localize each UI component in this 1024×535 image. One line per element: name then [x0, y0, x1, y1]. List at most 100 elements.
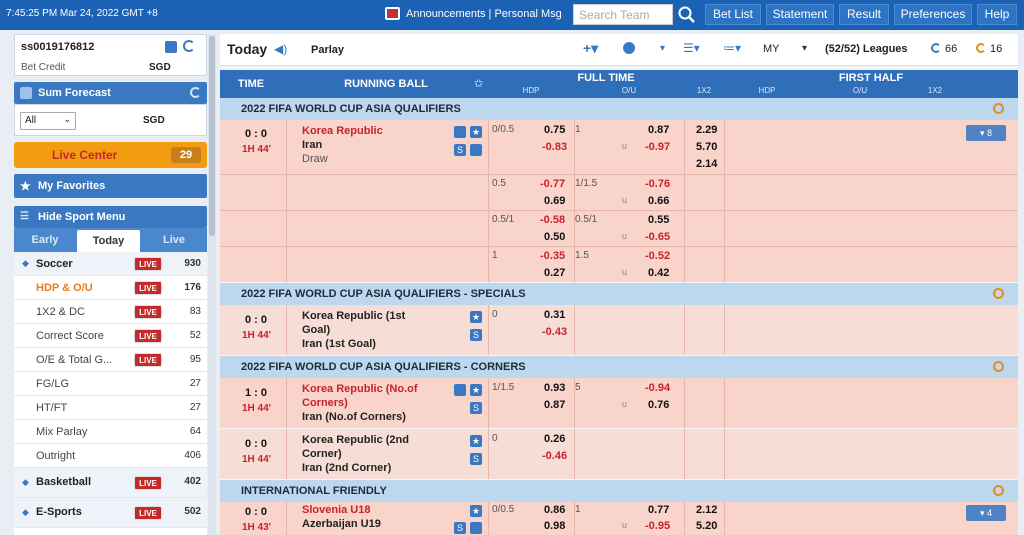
refresh-icon[interactable]	[931, 43, 941, 53]
refresh-icon[interactable]	[993, 103, 1004, 114]
star-icon[interactable]: ★	[470, 384, 482, 396]
refresh-icon[interactable]	[993, 288, 1004, 299]
sidebar-item-oe-total-goals[interactable]: O/E & Total G... LIVE 95	[14, 348, 207, 372]
nav-bet-list[interactable]: Bet List	[705, 4, 761, 25]
odds-over[interactable]: 0.77	[648, 504, 669, 516]
sidebar-item-correct-score[interactable]: Correct Score LIVE 52	[14, 324, 207, 348]
tab-live[interactable]: Live	[141, 228, 207, 252]
sidebar-item-soccer[interactable]: ◆ Soccer LIVE 930	[14, 252, 207, 276]
nav-statement[interactable]: Statement	[766, 4, 834, 25]
sidebar-item-outright[interactable]: Outright 406	[14, 444, 207, 468]
my-favorites-header[interactable]: ★ My Favorites	[14, 174, 207, 198]
odds-away[interactable]: 0.69	[544, 195, 565, 207]
odds-over[interactable]: 0.55	[648, 214, 669, 226]
odds-home[interactable]: 0.75	[544, 124, 565, 136]
refresh-icon[interactable]	[993, 361, 1004, 372]
sidebar-scroll-thumb[interactable]	[209, 36, 215, 236]
leagues-filter[interactable]: (52/52) Leagues	[825, 43, 908, 55]
clock-icon[interactable]	[623, 42, 635, 54]
odds-home[interactable]: -0.58	[540, 214, 565, 226]
odds-away[interactable]: 0.50	[544, 231, 565, 243]
chevron-down-icon[interactable]: ▾	[660, 43, 665, 54]
league-header[interactable]: 2022 FIFA WORLD CUP ASIA QUALIFIERS - SP…	[220, 283, 1018, 305]
hide-sport-menu-header[interactable]: ☰ Hide Sport Menu	[14, 206, 207, 228]
live-center-button[interactable]: Live Center 29	[14, 142, 207, 168]
league-header[interactable]: 2022 FIFA WORLD CUP ASIA QUALIFIERS - CO…	[220, 356, 1018, 378]
sort-icon[interactable]: ☰▾	[683, 41, 700, 55]
search-icon[interactable]	[676, 4, 698, 25]
stats-icon[interactable]	[454, 126, 466, 138]
parlay-link[interactable]: Parlay	[311, 44, 344, 56]
nav-preferences[interactable]: Preferences	[894, 4, 972, 25]
tab-early[interactable]: Early	[14, 228, 76, 252]
odds-away[interactable]: 0.98	[544, 520, 565, 532]
odds-home[interactable]: -0.35	[540, 250, 565, 262]
sidebar-item-e-sports[interactable]: ◆ E-Sports LIVE 502	[14, 498, 207, 528]
s-icon[interactable]: S	[454, 144, 466, 156]
sidebar-item-hdp-ou[interactable]: HDP & O/U LIVE 176	[14, 276, 207, 300]
odds-under[interactable]: -0.95	[645, 520, 670, 532]
star-icon[interactable]: ✩	[474, 77, 483, 90]
sidebar-item-ht-ft[interactable]: HT/FT 27	[14, 396, 207, 420]
tv-icon[interactable]	[470, 522, 482, 534]
add-icon[interactable]: +▾	[583, 40, 598, 57]
nav-help[interactable]: Help	[977, 4, 1017, 25]
odds-away[interactable]: -0.43	[542, 326, 567, 338]
odds-over[interactable]: -0.94	[645, 382, 670, 394]
odds-under[interactable]: 0.66	[648, 195, 669, 207]
odds-x[interactable]: 5.20	[696, 520, 717, 532]
odds-over[interactable]: -0.52	[645, 250, 670, 262]
chevron-down-icon[interactable]: ▾	[802, 43, 807, 54]
odds-under[interactable]: -0.97	[645, 141, 670, 153]
odds-under[interactable]: 0.42	[648, 267, 669, 279]
s-icon[interactable]: S	[470, 402, 482, 414]
league-header[interactable]: 2022 FIFA WORLD CUP ASIA QUALIFIERS	[220, 98, 1018, 120]
s-icon[interactable]: S	[470, 329, 482, 341]
odds-under[interactable]: -0.65	[645, 231, 670, 243]
tv-icon[interactable]	[470, 144, 482, 156]
star-icon[interactable]: ★	[470, 505, 482, 517]
more-bets-button[interactable]: ▾ 4	[966, 505, 1006, 521]
refresh-icon[interactable]	[190, 87, 201, 98]
sidebar-item-fg-lg[interactable]: FG/LG 27	[14, 372, 207, 396]
odds-home[interactable]: -0.77	[540, 178, 565, 190]
odds-away[interactable]: 0.87	[544, 399, 565, 411]
odds-under[interactable]: 0.76	[648, 399, 669, 411]
star-icon[interactable]: ★	[470, 311, 482, 323]
forecast-filter-select[interactable]: All ⌄	[20, 112, 76, 130]
star-icon[interactable]: ★	[470, 126, 482, 138]
odds-2[interactable]: 2.14	[696, 158, 717, 170]
odds-away[interactable]: -0.83	[542, 141, 567, 153]
sidebar-item-mix-parlay[interactable]: Mix Parlay 64	[14, 420, 207, 444]
odds-home[interactable]: 0.31	[544, 309, 565, 321]
odds-home[interactable]: 0.26	[544, 433, 565, 445]
star-icon[interactable]: ★	[470, 435, 482, 447]
more-bets-button[interactable]: ▾ 8	[966, 125, 1006, 141]
s-icon[interactable]: S	[454, 522, 466, 534]
sidebar-item-basketball[interactable]: ◆ Basketball LIVE 402	[14, 468, 207, 498]
stats-icon[interactable]	[454, 384, 466, 396]
odds-over[interactable]: -0.76	[645, 178, 670, 190]
search-input[interactable]	[573, 4, 673, 25]
odds-1[interactable]: 2.12	[696, 504, 717, 516]
odds-away[interactable]: -0.46	[542, 450, 567, 462]
league-header[interactable]: INTERNATIONAL FRIENDLY	[220, 480, 1018, 502]
odds-away[interactable]: 0.27	[544, 267, 565, 279]
announcements-link[interactable]: Announcements | Personal Msg	[406, 8, 562, 20]
odds-x[interactable]: 5.70	[696, 141, 717, 153]
sum-forecast-header[interactable]: Sum Forecast	[14, 82, 207, 104]
message-icon[interactable]	[165, 41, 177, 53]
sidebar-item-1x2-dc[interactable]: 1X2 & DC LIVE 83	[14, 300, 207, 324]
odds-home[interactable]: 0.93	[544, 382, 565, 394]
odds-1[interactable]: 2.29	[696, 124, 717, 136]
refresh-icon[interactable]	[993, 485, 1004, 496]
nav-result[interactable]: Result	[839, 4, 889, 25]
tab-today[interactable]: Today	[77, 230, 140, 252]
s-icon[interactable]: S	[470, 453, 482, 465]
odds-home[interactable]: 0.86	[544, 504, 565, 516]
list-view-icon[interactable]: ≔▾	[723, 41, 741, 55]
refresh-icon[interactable]	[183, 40, 195, 52]
odds-over[interactable]: 0.87	[648, 124, 669, 136]
speaker-icon[interactable]: ◀)	[274, 42, 287, 56]
mail-icon[interactable]	[385, 7, 400, 20]
